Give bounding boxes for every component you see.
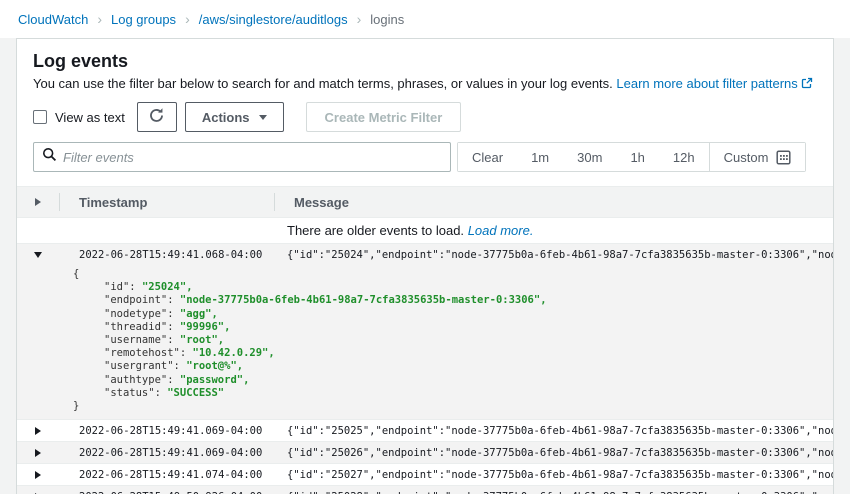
time-range-group: Clear 1m 30m 1h 12h Custom [457,142,806,172]
json-field: "status": "SUCCESS" [73,387,833,400]
time-1h-button[interactable]: 1h [616,143,658,171]
json-field: "endpoint": "node-37775b0a-6feb-4b61-98a… [73,294,833,307]
time-30m-button[interactable]: 30m [563,143,616,171]
time-clear-button[interactable]: Clear [458,143,517,171]
collapse-icon[interactable] [34,252,42,258]
breadcrumb-chevron-icon: › [357,12,362,26]
row-message: {"id":"25024","endpoint":"node-37775b0a-… [273,249,833,261]
filter-events-searchbox[interactable] [33,142,451,172]
expand-icon[interactable] [35,427,41,435]
json-field: "id": "25024", [73,281,833,294]
row-message: {"id":"25025","endpoint":"node-37775b0a-… [273,425,833,437]
row-timestamp: 2022-06-28T15:49:41.068-04:00 [59,249,273,261]
json-field: "usergrant": "root@%", [73,360,833,373]
actions-button[interactable]: Actions [185,102,284,132]
calendar-icon [776,150,791,165]
caret-down-icon [259,115,267,120]
breadcrumb: CloudWatch › Log groups › /aws/singlesto… [0,0,850,38]
expand-icon[interactable] [35,449,41,457]
time-12h-button[interactable]: 12h [659,143,709,171]
log-row-expanded[interactable]: 2022-06-28T15:49:41.068-04:00 {"id":"250… [17,244,833,420]
load-more-link[interactable]: Load more. [468,223,534,238]
row-timestamp: 2022-06-28T15:49:41.074-04:00 [59,469,273,481]
json-field: "nodetype": "agg", [73,308,833,321]
log-row[interactable]: 2022-06-28T15:49:41.069-04:00 {"id":"250… [17,442,833,464]
column-header-message[interactable]: Message [275,195,833,210]
time-1m-button[interactable]: 1m [517,143,563,171]
json-field: "remotehost": "10.42.0.29", [73,347,833,360]
filter-events-input[interactable] [63,150,442,165]
row-timestamp: 2022-06-28T15:49:41.069-04:00 [59,425,273,437]
expanded-json-view: { "id": "25024", "endpoint": "node-37775… [17,266,833,419]
column-header-timestamp[interactable]: Timestamp [60,195,274,210]
page-title: Log events [33,49,817,73]
refresh-icon [148,107,165,127]
view-as-text-checkbox[interactable] [33,110,47,124]
toolbar: View as text Actions Create Metric Filte… [17,94,833,132]
learn-more-link[interactable]: Learn more about filter patterns [616,76,812,91]
log-events-table: Timestamp Message There are older events… [17,186,833,494]
refresh-button[interactable] [137,102,177,132]
json-field: "username": "root", [73,334,833,347]
json-field: "threadid": "99996", [73,321,833,334]
breadcrumb-current: logins [370,12,404,27]
table-header: Timestamp Message [17,186,833,218]
row-message: {"id":"25027","endpoint":"node-37775b0a-… [273,469,833,481]
row-timestamp: 2022-06-28T15:49:41.069-04:00 [59,447,273,459]
breadcrumb-cloudwatch[interactable]: CloudWatch [18,12,88,27]
create-metric-filter-button[interactable]: Create Metric Filter [306,102,462,132]
json-field: "authtype": "password", [73,374,833,387]
page-description: You can use the filter bar below to sear… [33,75,817,94]
row-message: {"id":"25026","endpoint":"node-37775b0a-… [273,447,833,459]
breadcrumb-log-groups[interactable]: Log groups [111,12,176,27]
search-icon [42,147,57,167]
time-custom-button[interactable]: Custom [709,143,806,171]
log-events-panel: Log events You can use the filter bar be… [16,38,834,494]
filter-bar: Clear 1m 30m 1h 12h Custom ⚙ [17,132,833,172]
breadcrumb-chevron-icon: › [185,12,190,26]
breadcrumb-log-group-name[interactable]: /aws/singlestore/auditlogs [199,12,348,27]
expand-all-icon[interactable] [35,198,41,206]
view-as-text-label: View as text [55,110,125,125]
external-link-icon [801,76,813,94]
breadcrumb-chevron-icon: › [97,12,102,26]
load-more-row: There are older events to load. Load mor… [17,218,833,244]
log-row[interactable]: 2022-06-28T15:49:41.069-04:00 {"id":"250… [17,420,833,442]
log-row[interactable]: 2022-06-28T15:49:41.074-04:00 {"id":"250… [17,464,833,486]
log-row[interactable]: 2022-06-28T15:49:50.926-04:00 {"id":"250… [17,486,833,494]
expand-icon[interactable] [35,471,41,479]
